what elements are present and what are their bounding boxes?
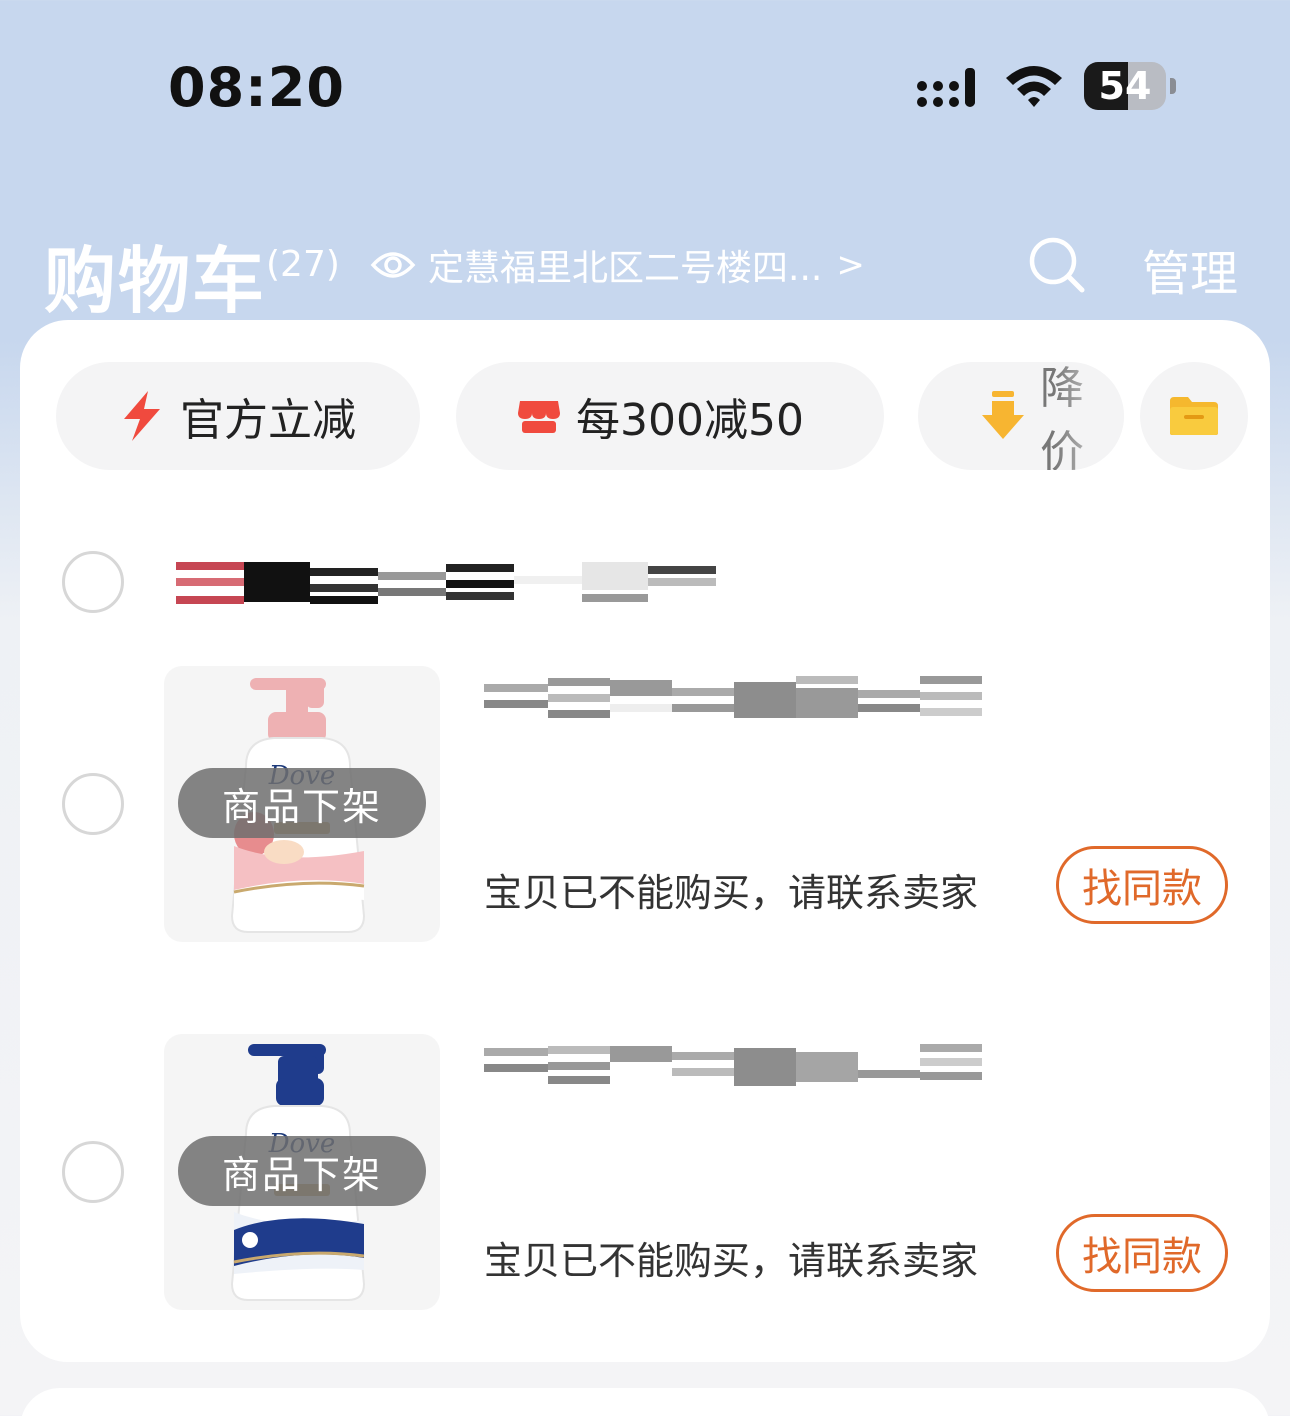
product-image[interactable]: Dove 商品下架 xyxy=(164,1034,440,1310)
lightning-icon xyxy=(124,391,160,441)
status-time: 08:20 xyxy=(168,56,345,119)
shop-select-radio[interactable] xyxy=(62,551,124,613)
address-text: 定慧福里北区二号楼四... xyxy=(428,248,823,289)
item-title-redacted[interactable] xyxy=(484,674,984,720)
shop-name-redacted[interactable] xyxy=(176,560,716,606)
filter-chip-official-discount[interactable]: 官方立减 xyxy=(56,362,420,470)
folder-icon xyxy=(1170,397,1218,435)
chip-label: 每300减50 xyxy=(576,395,804,446)
search-icon[interactable] xyxy=(1028,236,1086,294)
status-badge: 商品下架 xyxy=(178,768,426,838)
page-title: 购物车 xyxy=(44,239,267,323)
unavailable-message: 宝贝已不能购买，请联系卖家 xyxy=(484,1239,979,1283)
item-title-redacted[interactable] xyxy=(484,1042,984,1088)
filter-chip-price-drop[interactable]: 降价 xyxy=(918,362,1124,470)
manage-button[interactable]: 管理 xyxy=(1142,234,1238,304)
item-select-radio[interactable] xyxy=(62,773,124,835)
wifi-icon xyxy=(1006,66,1062,107)
chip-label: 官方立减 xyxy=(180,395,356,446)
battery-icon: 54 xyxy=(1084,62,1176,110)
arrow-down-icon xyxy=(982,391,1024,439)
item-select-radio[interactable] xyxy=(62,1141,124,1203)
find-similar-button[interactable]: 找同款 xyxy=(1056,846,1228,924)
shop-icon xyxy=(518,401,560,433)
product-image[interactable]: Dove 商品下架 xyxy=(164,666,440,942)
battery-level: 54 xyxy=(1098,64,1152,108)
next-cart-card xyxy=(20,1388,1270,1416)
status-badge: 商品下架 xyxy=(178,1136,426,1206)
find-similar-button[interactable]: 找同款 xyxy=(1056,1214,1228,1292)
eye-icon xyxy=(370,252,416,278)
chevron-right-icon: > xyxy=(836,245,865,285)
folder-button[interactable] xyxy=(1140,362,1248,470)
delivery-address[interactable]: 定慧福里北区二号楼四... > xyxy=(370,240,865,290)
filter-chip-store-coupon[interactable]: 每300减50 xyxy=(456,362,884,470)
cart-count: (27) xyxy=(266,244,340,285)
unavailable-message: 宝贝已不能购买，请联系卖家 xyxy=(484,871,979,915)
cellular-signal-icon xyxy=(917,68,975,107)
